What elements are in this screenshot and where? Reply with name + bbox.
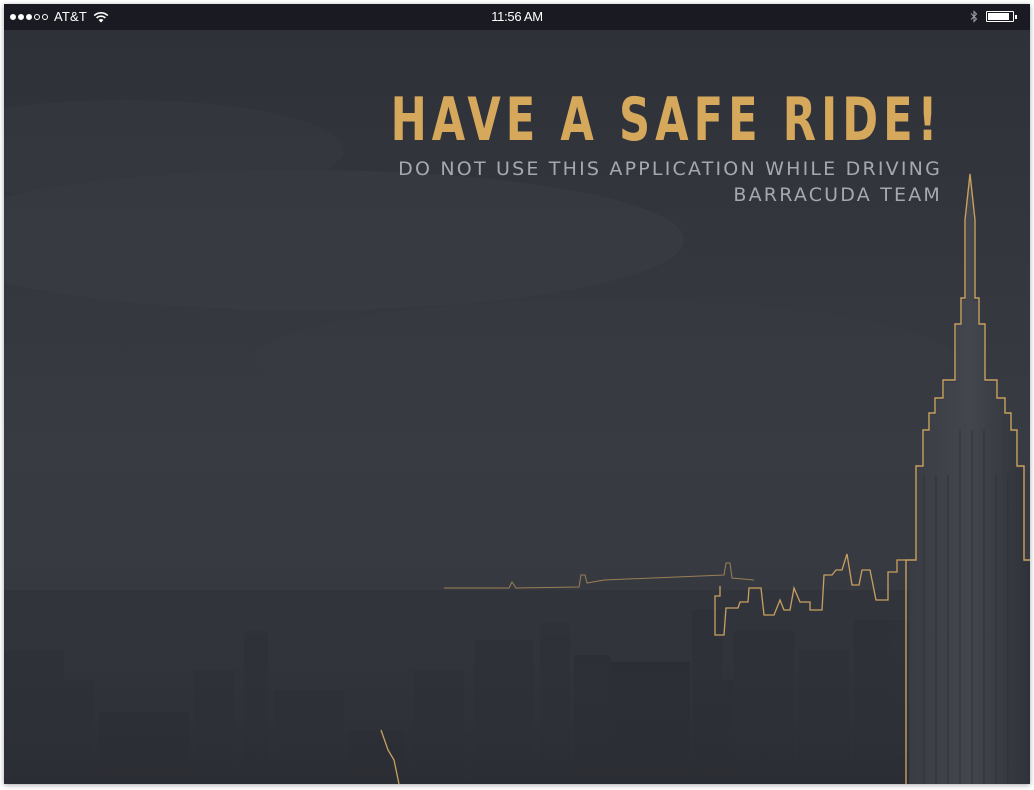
driving-warning-text: DO NOT USE THIS APPLICATION WHILE DRIVIN…	[398, 158, 942, 180]
app-screen: AT&T 11:56 AM HAVE A SAFE RIDE! DO NOT U…	[4, 4, 1030, 784]
status-time: 11:56 AM	[491, 9, 543, 24]
bluetooth-icon	[970, 10, 978, 23]
team-signature: BARRACUDA TEAM	[733, 184, 942, 206]
city-background: HAVE A SAFE RIDE! DO NOT USE THIS APPLIC…	[4, 30, 1030, 784]
status-bar: AT&T 11:56 AM	[4, 4, 1030, 30]
battery-level-fill	[988, 13, 1010, 20]
status-right	[970, 10, 1017, 23]
headline-title: HAVE A SAFE RIDE!	[390, 85, 942, 155]
battery-icon	[986, 11, 1017, 22]
battery-tip	[1015, 15, 1017, 19]
